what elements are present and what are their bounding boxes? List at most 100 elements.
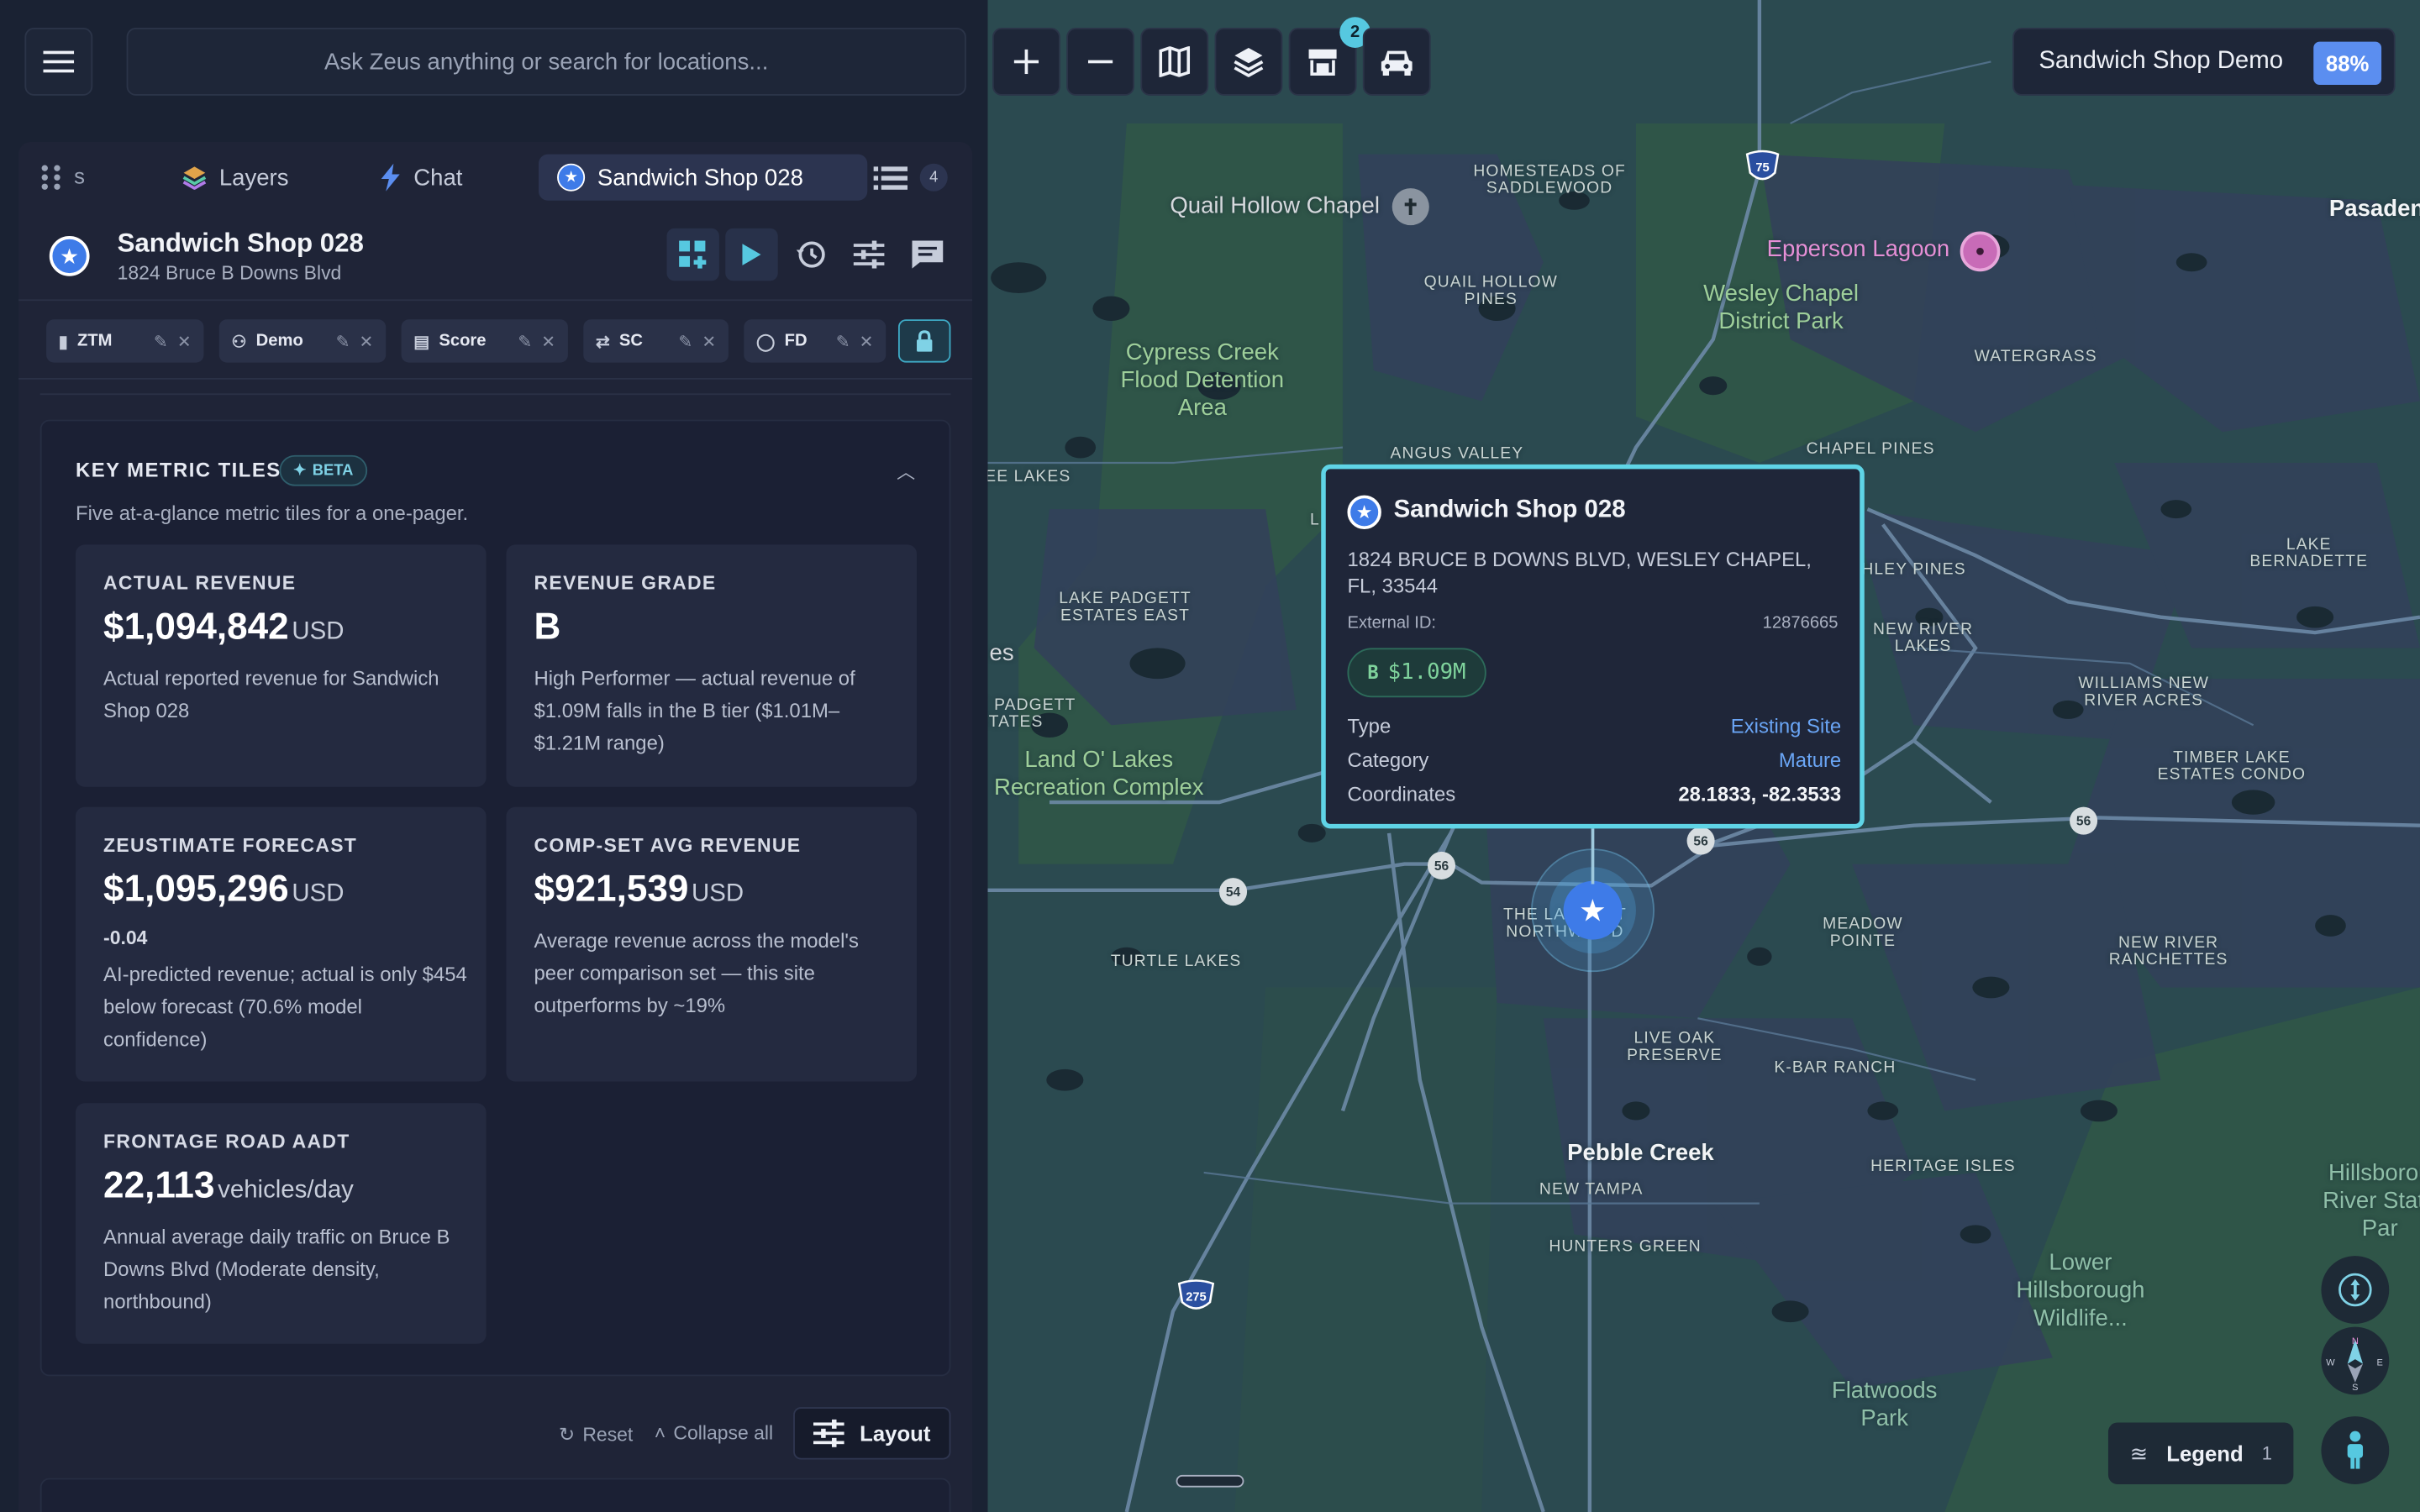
list-toggle[interactable]: 4 xyxy=(873,163,948,192)
row-value: 28.1833, -82.3533 xyxy=(1678,782,1842,806)
map-label: MEADOW POINTE xyxy=(1823,915,1903,951)
map-label: LIVE OAK PRESERVE xyxy=(1627,1029,1723,1065)
pin-icon[interactable]: ✎ xyxy=(836,331,850,351)
sliders-icon xyxy=(813,1419,844,1447)
map-label: HERITAGE ISLES xyxy=(1870,1157,2016,1176)
tile-number: B xyxy=(534,606,561,648)
settings-button[interactable] xyxy=(843,228,895,281)
collapse-all-button[interactable]: ˄ Collapse all xyxy=(655,1422,773,1444)
close-icon[interactable]: ✕ xyxy=(360,331,374,351)
map-label: ANGUS VALLEY xyxy=(1390,444,1524,464)
drag-handle-icon[interactable] xyxy=(40,164,62,192)
pin-icon[interactable]: ✎ xyxy=(154,331,168,351)
layers-button[interactable] xyxy=(1214,28,1283,96)
map-label: HLEY PINES xyxy=(1861,559,1966,579)
section-divider xyxy=(39,386,951,396)
drive-time-button[interactable] xyxy=(1362,28,1431,96)
metric-tile-revenue-grade: REVENUE GRADE B High Performer — actual … xyxy=(506,544,918,787)
play-button[interactable] xyxy=(725,228,778,281)
chip-demo[interactable]: ⚇ Demo ✎ ✕ xyxy=(218,319,387,363)
close-icon[interactable]: ✕ xyxy=(702,331,716,351)
chip-label: Score xyxy=(439,331,487,350)
list-icon xyxy=(873,166,908,190)
compass-button[interactable]: N W E S xyxy=(2321,1326,2390,1395)
star-icon: ★ xyxy=(557,163,586,192)
layers-icon xyxy=(182,166,207,190)
chip-ztm[interactable]: ▮ ZTM ✎ ✕ xyxy=(46,319,204,363)
reset-label: Reset xyxy=(582,1423,634,1446)
stores-button[interactable]: 2 xyxy=(1288,17,1371,96)
tile-value: $921,539 USD xyxy=(534,869,744,911)
map-label: L xyxy=(1309,510,1320,529)
map-label-park: Flatwoods Park xyxy=(1831,1378,1938,1432)
star-icon: ★ xyxy=(1563,880,1623,940)
row-label: Category xyxy=(1347,748,1429,772)
reset-icon: ↻ xyxy=(558,1424,576,1446)
map-style-button[interactable] xyxy=(1140,28,1209,96)
add-widget-button[interactable] xyxy=(666,228,719,281)
row-value-link[interactable]: Existing Site xyxy=(1731,714,1841,738)
row-label: Type xyxy=(1347,714,1392,738)
tile-unit: USD xyxy=(292,880,345,907)
map-label-city: Pasaden xyxy=(2328,196,2420,223)
tile-number: 22,113 xyxy=(103,1164,215,1207)
tile-unit: USD xyxy=(692,880,744,907)
search-input[interactable]: Ask Zeus anything or search for location… xyxy=(126,28,966,96)
arrows-vertical-icon xyxy=(2338,1273,2372,1307)
panel-tabs: s Layers Chat ★ Sandwich Shop 028 4 xyxy=(18,142,972,213)
comments-button[interactable] xyxy=(902,228,954,281)
legend-button[interactable]: ≊ Legend 1 xyxy=(2107,1422,2294,1484)
reset-button[interactable]: ↻ Reset xyxy=(559,1422,633,1446)
lock-button[interactable] xyxy=(897,319,951,363)
pin-icon[interactable]: ✎ xyxy=(518,331,532,351)
close-icon[interactable]: ✕ xyxy=(541,331,555,351)
compass-icon: N W E S xyxy=(2326,1336,2383,1392)
tile-label: REVENUE GRADE xyxy=(534,572,717,595)
play-icon xyxy=(742,244,761,265)
layout-button[interactable]: Layout xyxy=(793,1407,951,1460)
map-label: NEW TAMPA xyxy=(1539,1180,1644,1200)
tab-chat[interactable]: Chat xyxy=(361,155,481,201)
map-scroll-handle[interactable] xyxy=(1176,1474,1244,1488)
chip-sc[interactable]: ⇄ SC ✎ ✕ xyxy=(583,319,729,363)
layers-icon xyxy=(1234,47,1264,77)
tab-layers[interactable]: Layers xyxy=(164,155,308,201)
history-button[interactable] xyxy=(784,228,836,281)
svg-text:275: 275 xyxy=(1186,1290,1207,1304)
site-header: ★ Sandwich Shop 028 1824 Bruce B Downs B… xyxy=(18,216,972,299)
map-label: WILLIAMS NEW RIVER ACRES xyxy=(2078,674,2210,710)
tile-description: Actual reported revenue for Sandwich Sho… xyxy=(103,666,439,722)
route-shield: 56 xyxy=(1686,827,1715,855)
layer-chips: ▮ ZTM ✎ ✕ ⚇ Demo ✎ ✕ ▤ Score ✎ ✕ ⇄ SC ✎ … xyxy=(18,299,973,380)
external-id-value: 12876665 xyxy=(1762,614,1839,633)
star-icon: ★ xyxy=(1347,495,1381,529)
zoom-out-button[interactable] xyxy=(1066,28,1134,96)
chip-score[interactable]: ▤ Score ✎ ✕ xyxy=(401,319,568,363)
tab-site[interactable]: ★ Sandwich Shop 028 xyxy=(539,154,868,201)
chip-label: FD xyxy=(784,331,808,350)
collapse-chevron-icon[interactable]: ︿ xyxy=(897,459,915,485)
bar-chart-icon: ▮ xyxy=(58,332,68,351)
poi-icon: ● xyxy=(1960,231,2001,272)
interstate-shield: 275 xyxy=(1176,1278,1215,1315)
tile-number: $921,539 xyxy=(534,869,689,911)
route-shield: 56 xyxy=(1427,851,1456,879)
section-title: KEY METRIC TILES xyxy=(76,458,281,482)
chip-fd[interactable]: ◯ FD ✎ ✕ xyxy=(744,319,886,363)
pin-icon[interactable]: ✎ xyxy=(336,331,350,351)
pin-icon[interactable]: ✎ xyxy=(678,331,692,351)
street-view-button[interactable] xyxy=(2321,1416,2390,1484)
tab-overflow[interactable]: s xyxy=(74,164,85,188)
zoom-in-button[interactable] xyxy=(992,28,1060,96)
legend-count: 1 xyxy=(2261,1442,2273,1465)
close-icon[interactable]: ✕ xyxy=(860,331,874,351)
row-value-link[interactable]: Mature xyxy=(1779,748,1841,772)
project-selector[interactable]: Sandwich Shop Demo 88% xyxy=(2012,28,2396,96)
pitch-button[interactable] xyxy=(2321,1256,2390,1324)
chip-label: ZTM xyxy=(76,331,113,350)
close-icon[interactable]: ✕ xyxy=(177,331,192,351)
svg-text:E: E xyxy=(2377,1358,2383,1368)
menu-button[interactable] xyxy=(24,28,93,96)
metric-tile-zeustimate: ZEUSTIMATE FORECAST $1,095,296 USD -0.04 … xyxy=(76,806,487,1082)
site-popup[interactable]: ★ Sandwich Shop 028 1824 BRUCE B DOWNS B… xyxy=(1321,464,1865,829)
